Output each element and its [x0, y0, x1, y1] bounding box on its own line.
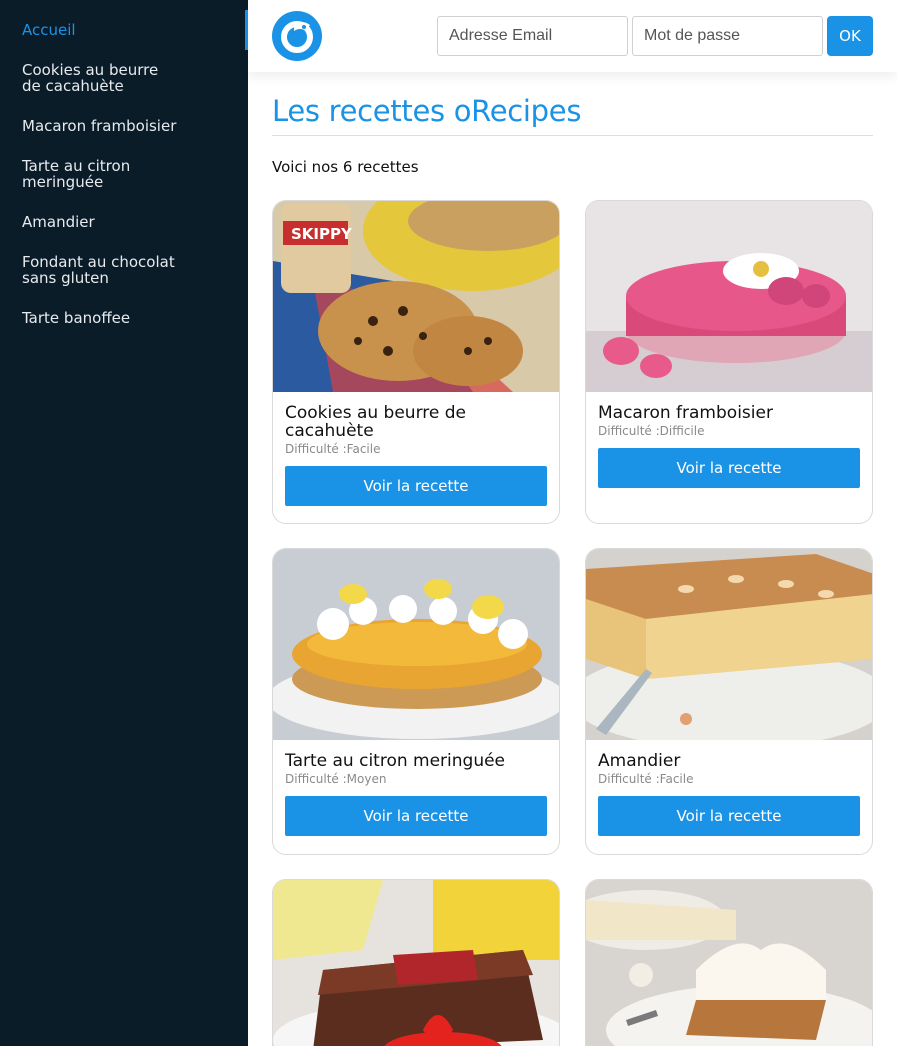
recipes-count-text: Voici nos 6 recettes	[272, 158, 419, 176]
view-recipe-button[interactable]: Voir la recette	[598, 448, 860, 488]
page-title: Les recettes oRecipes	[272, 94, 873, 136]
recipe-title: Tarte au citron meringuée	[285, 751, 506, 771]
sidebar-item-accueil[interactable]: Accueil	[0, 10, 248, 50]
top-header: OK	[248, 0, 897, 72]
recipe-title: Amandier	[598, 751, 681, 771]
recipe-card	[272, 879, 560, 1046]
sidebar: Accueil Cookies au beurre de cacahuète M…	[0, 0, 248, 1046]
recipe-difficulty: Difficulté :Difficile	[598, 424, 705, 438]
recipe-card	[585, 879, 873, 1046]
login-ok-button[interactable]: OK	[827, 16, 873, 56]
email-field[interactable]	[437, 16, 628, 56]
recipe-image-banoffee	[586, 880, 872, 1046]
recipe-image-tarte-citron	[273, 549, 559, 740]
recipe-image-fondant	[273, 880, 559, 1046]
recipe-card: Macaron framboisier Difficulté :Difficil…	[585, 200, 873, 524]
recipe-image-cookies: SKIPPY	[273, 201, 559, 392]
recipe-difficulty: Difficulté :Moyen	[285, 772, 387, 786]
recipe-card: Tarte au citron meringuée Difficulté :Mo…	[272, 548, 560, 855]
recipe-card: Amandier Difficulté :Facile Voir la rece…	[585, 548, 873, 855]
svg-text:SKIPPY: SKIPPY	[291, 225, 353, 243]
recipe-difficulty: Difficulté :Facile	[598, 772, 694, 786]
orecipes-logo-icon[interactable]	[272, 11, 322, 61]
sidebar-item-tarte-citron[interactable]: Tarte au citron meringuée	[0, 154, 170, 194]
view-recipe-button[interactable]: Voir la recette	[285, 466, 547, 506]
sidebar-item-macaron[interactable]: Macaron framboisier	[0, 114, 248, 138]
sidebar-item-cookies[interactable]: Cookies au beurre de cacahuète	[0, 58, 200, 98]
recipe-image-macaron	[586, 201, 872, 392]
recipe-card: SKIPPY Cookies au beurre de cacahuète Di…	[272, 200, 560, 524]
sidebar-item-fondant[interactable]: Fondant au chocolat sans gluten	[0, 250, 200, 290]
recipe-title: Macaron framboisier	[598, 403, 773, 423]
view-recipe-button[interactable]: Voir la recette	[598, 796, 860, 836]
sidebar-item-banoffee[interactable]: Tarte banoffee	[0, 306, 248, 330]
password-field[interactable]	[632, 16, 823, 56]
recipe-title: Cookies au beurre de cacahuète	[285, 403, 466, 441]
view-recipe-button[interactable]: Voir la recette	[285, 796, 547, 836]
recipe-image-amandier	[586, 549, 872, 740]
sidebar-item-amandier[interactable]: Amandier	[0, 210, 248, 234]
recipe-difficulty: Difficulté :Facile	[285, 442, 381, 456]
